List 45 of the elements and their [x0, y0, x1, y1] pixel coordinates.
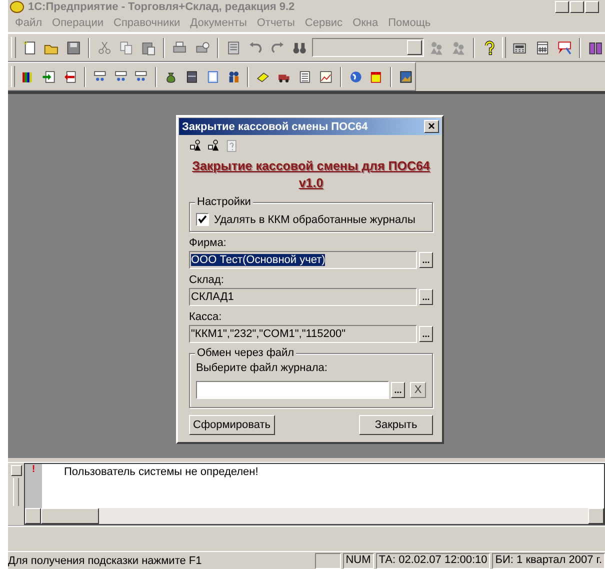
- toolbar-grip[interactable]: [11, 66, 16, 87]
- checkbox-label: Удалять в ККМ обработанные журналы: [214, 214, 416, 226]
- browse-button[interactable]: ...: [419, 252, 433, 268]
- checkbox[interactable]: [196, 213, 209, 226]
- field-label: Фирма:: [189, 237, 228, 249]
- toolbar-grip[interactable]: [502, 37, 506, 58]
- status-panel: NUM: [342, 552, 374, 568]
- generate-button[interactable]: Сформировать: [189, 415, 275, 435]
- group-legend: Настройки: [195, 196, 253, 208]
- status-panel: [314, 552, 341, 568]
- text-field[interactable]: "ККМ1","232","COM1","115200": [189, 325, 417, 343]
- status-hint: Для получения подсказки нажмите F1: [8, 554, 203, 566]
- field-label: Касса:: [189, 311, 223, 323]
- field-label: Выберите файл журнала:: [196, 362, 328, 374]
- copy-icon[interactable]: [119, 38, 134, 56]
- warning-mark: !: [32, 464, 36, 477]
- dropdown-button[interactable]: [406, 40, 422, 55]
- horizontal-scrollbar[interactable]: [25, 508, 604, 524]
- text-field[interactable]: ООО Тест(Основной учет): [189, 251, 417, 269]
- sheet-icon[interactable]: [226, 38, 241, 56]
- group-legend: Обмен через файл: [195, 347, 296, 359]
- toolbar-grip[interactable]: [11, 37, 16, 58]
- panel-grip[interactable]: [13, 478, 19, 506]
- close-panel-button[interactable]: [10, 465, 22, 476]
- status-panel: ТА: 02.02.07 12:00:10: [376, 552, 490, 568]
- search-combo-field[interactable]: [312, 38, 424, 57]
- window-title: 1С:Предприятие - Торговля+Склад, редакция 9.2: [28, 1, 295, 13]
- new-document-icon[interactable]: [22, 38, 37, 56]
- file-path-field[interactable]: [196, 381, 389, 399]
- browse-button[interactable]: ...: [391, 382, 405, 398]
- text-field[interactable]: СКЛАД1: [189, 288, 417, 306]
- calendar-icon[interactable]: [534, 38, 550, 56]
- dialog-title: Закрытие кассовой смены ПОС64: [182, 120, 368, 132]
- clear-button[interactable]: X: [410, 382, 426, 398]
- browse-button[interactable]: ...: [419, 289, 433, 305]
- speech-bubble-icon[interactable]: [556, 38, 572, 56]
- scroll-thumb[interactable]: [41, 508, 99, 524]
- status-panel: БИ: 1 квартал 2007 г.: [492, 552, 605, 568]
- dialog-heading-link[interactable]: Закрытие кассовой смены для ПОС64 v1.0: [189, 158, 433, 192]
- app-logo-icon: [10, 1, 24, 13]
- close-dialog-button[interactable]: Закрыть: [359, 415, 433, 435]
- close-button[interactable]: ×: [424, 120, 439, 133]
- message-text: Пользователь системы не определен!: [64, 466, 258, 478]
- browse-button[interactable]: ...: [419, 326, 433, 342]
- field-label: Склад:: [189, 274, 225, 286]
